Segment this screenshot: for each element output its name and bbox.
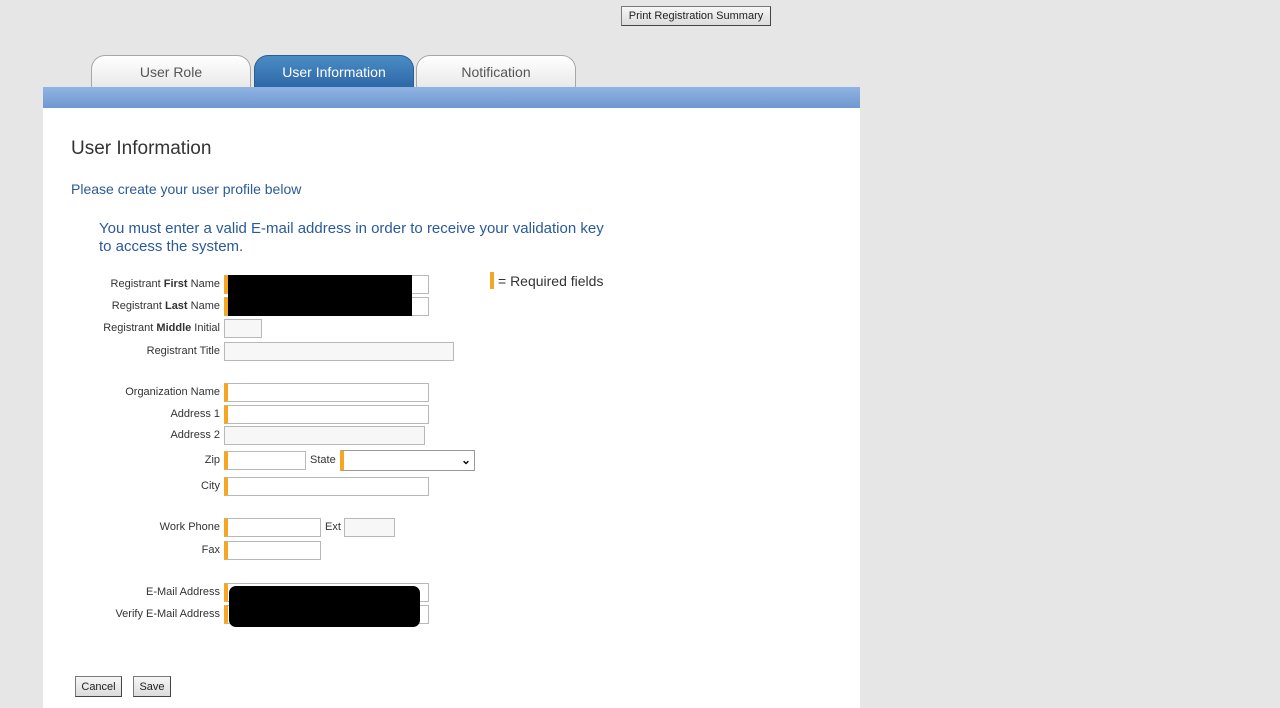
state-select[interactable]: ⌄	[340, 450, 475, 471]
middle-initial-label: Registrant Middle Initial	[103, 322, 220, 334]
ext-label: Ext	[325, 521, 341, 533]
first-name-label: Registrant First Name	[110, 278, 220, 290]
tab-user-role[interactable]: User Role	[91, 55, 251, 87]
organization-label: Organization Name	[125, 386, 220, 398]
redaction-box	[228, 275, 412, 316]
fax-label: Fax	[201, 544, 220, 556]
required-legend-text: = Required fields	[498, 272, 604, 289]
last-name-label: Registrant Last Name	[111, 300, 220, 312]
address2-label: Address 2	[170, 429, 220, 441]
zip-input[interactable]	[224, 451, 306, 470]
address2-input[interactable]	[224, 426, 425, 445]
page-subtitle: Please create your user profile below	[71, 181, 302, 197]
tab-notification[interactable]: Notification	[416, 55, 576, 87]
email-label: E-Mail Address	[146, 586, 220, 598]
work-phone-input[interactable]	[224, 518, 321, 537]
work-phone-label: Work Phone	[159, 521, 220, 533]
address1-label: Address 1	[170, 408, 220, 420]
address1-input[interactable]	[224, 405, 429, 424]
required-marker-icon	[490, 272, 494, 289]
email-notice: You must enter a valid E-mail address in…	[99, 220, 604, 255]
chevron-down-icon: ⌄	[460, 453, 471, 467]
state-label: State	[310, 454, 336, 466]
fax-input[interactable]	[224, 541, 321, 560]
title-input[interactable]	[224, 342, 454, 361]
city-input[interactable]	[224, 477, 429, 496]
zip-label: Zip	[204, 454, 220, 466]
tab-user-information[interactable]: User Information	[254, 55, 414, 87]
organization-input[interactable]	[224, 383, 429, 402]
title-label: Registrant Title	[146, 345, 220, 357]
cancel-button[interactable]: Cancel	[75, 676, 122, 697]
required-legend: = Required fields	[490, 272, 603, 289]
tab-bar	[43, 87, 860, 108]
ext-input[interactable]	[344, 518, 395, 537]
verify-email-label: Verify E-Mail Address	[115, 608, 220, 620]
save-button[interactable]: Save	[133, 676, 171, 697]
print-registration-summary-button[interactable]: Print Registration Summary	[621, 6, 771, 26]
city-label: City	[201, 480, 220, 492]
redaction-box	[229, 586, 420, 627]
middle-initial-input[interactable]	[224, 319, 262, 338]
page-title: User Information	[71, 138, 212, 159]
